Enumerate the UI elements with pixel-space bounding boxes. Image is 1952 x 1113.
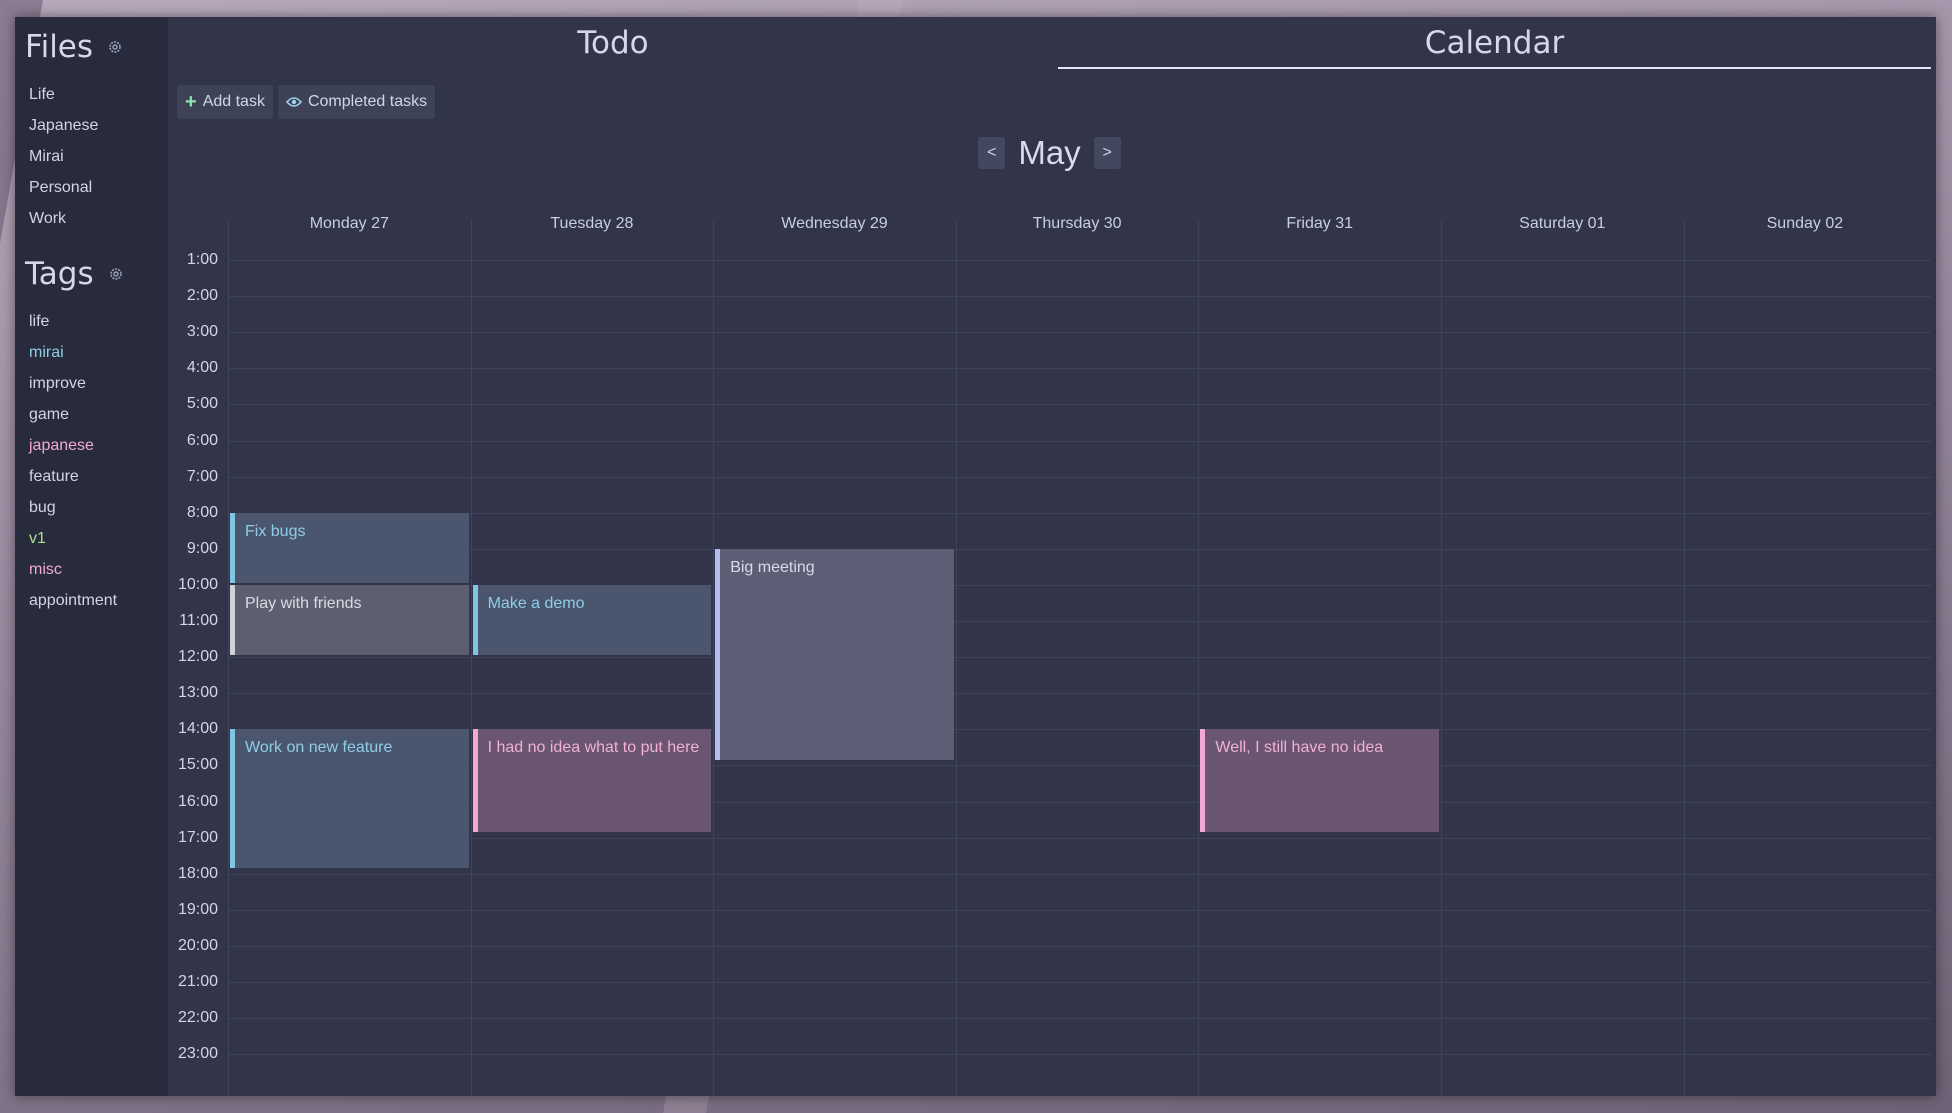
hour-row-line [228, 404, 1931, 406]
day-header: Wednesday 29 [781, 215, 888, 232]
hour-label: 18:00 [177, 864, 218, 882]
day-header: Saturday 01 [1519, 215, 1606, 232]
hour-label: 19:00 [177, 900, 218, 918]
hour-row-line [228, 476, 1931, 478]
hour-label: 21:00 [177, 973, 218, 990]
hour-label: 14:00 [177, 720, 218, 738]
tag-item-feature[interactable]: feature [29, 467, 168, 498]
hour-label: 6:00 [186, 431, 218, 449]
tag-item-japanese[interactable]: japanese [29, 436, 168, 467]
hour-label: 2:00 [186, 287, 218, 305]
tags-list: life mirai improve game japanese feature bug v1… [15, 294, 168, 622]
file-item-personal[interactable]: Personal [29, 178, 168, 209]
files-settings-gear-icon[interactable] [107, 39, 123, 55]
tab-bar: Todo Calendar [168, 17, 1936, 72]
hour-row-line [228, 873, 1931, 875]
hour-label: 1:00 [186, 251, 218, 268]
tag-item-v1[interactable]: v1 [29, 529, 168, 560]
day-header: Friday 31 [1286, 215, 1354, 232]
hour-label: 17:00 [177, 828, 218, 846]
toolbar: + Add task Completed tasks [177, 85, 436, 119]
prev-month-button[interactable]: < [978, 137, 1006, 169]
hour-row-line [228, 837, 1931, 839]
hour-label: 13:00 [177, 684, 218, 702]
hour-row-line [228, 440, 1931, 442]
hour-label: 3:00 [186, 323, 218, 341]
calendar-event[interactable]: Fix bugs [230, 512, 469, 583]
tags-heading: Tags [15, 254, 168, 294]
tag-item-bug[interactable]: bug [29, 498, 168, 529]
calendar-event[interactable]: Big meeting [715, 548, 954, 760]
calendar-event[interactable]: I had no idea what to put here [472, 729, 712, 832]
tab-calendar[interactable]: Calendar [1058, 17, 1931, 69]
calendar-event[interactable]: Make a demo [472, 584, 712, 656]
hour-row-line [228, 982, 1931, 983]
hour-row-line [228, 332, 1931, 334]
hour-label: 5:00 [186, 395, 218, 413]
calendar-event[interactable]: Well, I still have no idea [1200, 729, 1439, 832]
hour-row-line [228, 657, 1931, 659]
hour-label: 20:00 [177, 936, 218, 954]
hour-label: 10:00 [177, 575, 218, 593]
calendar-event[interactable]: Work on new feature [230, 729, 469, 869]
hour-row-line [228, 512, 1931, 514]
hour-label: 12:00 [177, 648, 218, 666]
hour-row-line [228, 548, 1931, 550]
files-title: Files [25, 29, 94, 65]
hour-label: 7:00 [186, 467, 218, 485]
tags-title: Tags [25, 256, 94, 292]
files-heading: Files [15, 27, 168, 67]
hour-label: 9:00 [186, 539, 218, 557]
day-header: Tuesday 28 [550, 215, 634, 232]
tab-todo[interactable]: Todo [168, 17, 1058, 69]
plus-icon: + [185, 91, 197, 113]
calendar-event[interactable]: Play with friends [230, 584, 469, 656]
sidebar: Files Life Japanese Mirai Personal Work Tags… [15, 17, 168, 1096]
hour-label: 8:00 [186, 503, 218, 521]
hour-row-line [228, 368, 1931, 370]
files-list: Life Japanese Mirai Personal Work [15, 67, 168, 240]
hour-row-line [228, 909, 1931, 911]
file-item-work[interactable]: Work [29, 209, 168, 240]
tag-item-mirai[interactable]: mirai [29, 343, 168, 374]
tag-item-appointment[interactable]: appointment [29, 591, 168, 622]
hour-label: 23:00 [177, 1045, 218, 1063]
tag-item-game[interactable]: game [29, 405, 168, 436]
main-panel: Todo Calendar + Add task Completed tasks… [168, 17, 1936, 1096]
tag-item-improve[interactable]: improve [29, 374, 168, 405]
hour-row-line [228, 1054, 1931, 1056]
day-header: Sunday 02 [1766, 215, 1844, 232]
hour-row-line [228, 693, 1931, 695]
hour-label: 16:00 [177, 792, 218, 810]
hour-row-line [228, 1018, 1931, 1020]
file-item-life[interactable]: Life [29, 85, 168, 116]
hour-row-line [228, 945, 1931, 947]
next-month-button[interactable]: > [1093, 137, 1121, 169]
completed-tasks-button[interactable]: Completed tasks [277, 85, 436, 119]
hour-label: 11:00 [179, 612, 218, 629]
hour-label: 15:00 [177, 756, 218, 774]
hour-row-line [228, 296, 1931, 298]
calendar-week-grid: Monday 27 Tuesday 28 Wednesday 29 Thursday … [168, 215, 1931, 1096]
add-task-label: Add task [202, 93, 265, 110]
tag-item-misc[interactable]: misc [29, 560, 168, 591]
file-item-japanese[interactable]: Japanese [29, 116, 168, 147]
file-item-mirai[interactable]: Mirai [29, 147, 168, 178]
tags-settings-gear-icon[interactable] [108, 266, 124, 282]
month-label: May [1018, 134, 1081, 171]
hour-label: 4:00 [186, 359, 218, 377]
hour-label: 22:00 [177, 1009, 218, 1027]
month-navigation: < May > [168, 134, 1931, 172]
eye-icon [285, 92, 303, 112]
add-task-button[interactable]: + Add task [177, 85, 273, 119]
tag-item-life[interactable]: life [29, 312, 168, 343]
completed-tasks-label: Completed tasks [307, 93, 428, 110]
app-window: Files Life Japanese Mirai Personal Work Tags… [15, 17, 1936, 1096]
day-header: Monday 27 [309, 215, 389, 232]
hour-row-line [228, 260, 1931, 261]
day-header: Thursday 30 [1032, 215, 1122, 232]
